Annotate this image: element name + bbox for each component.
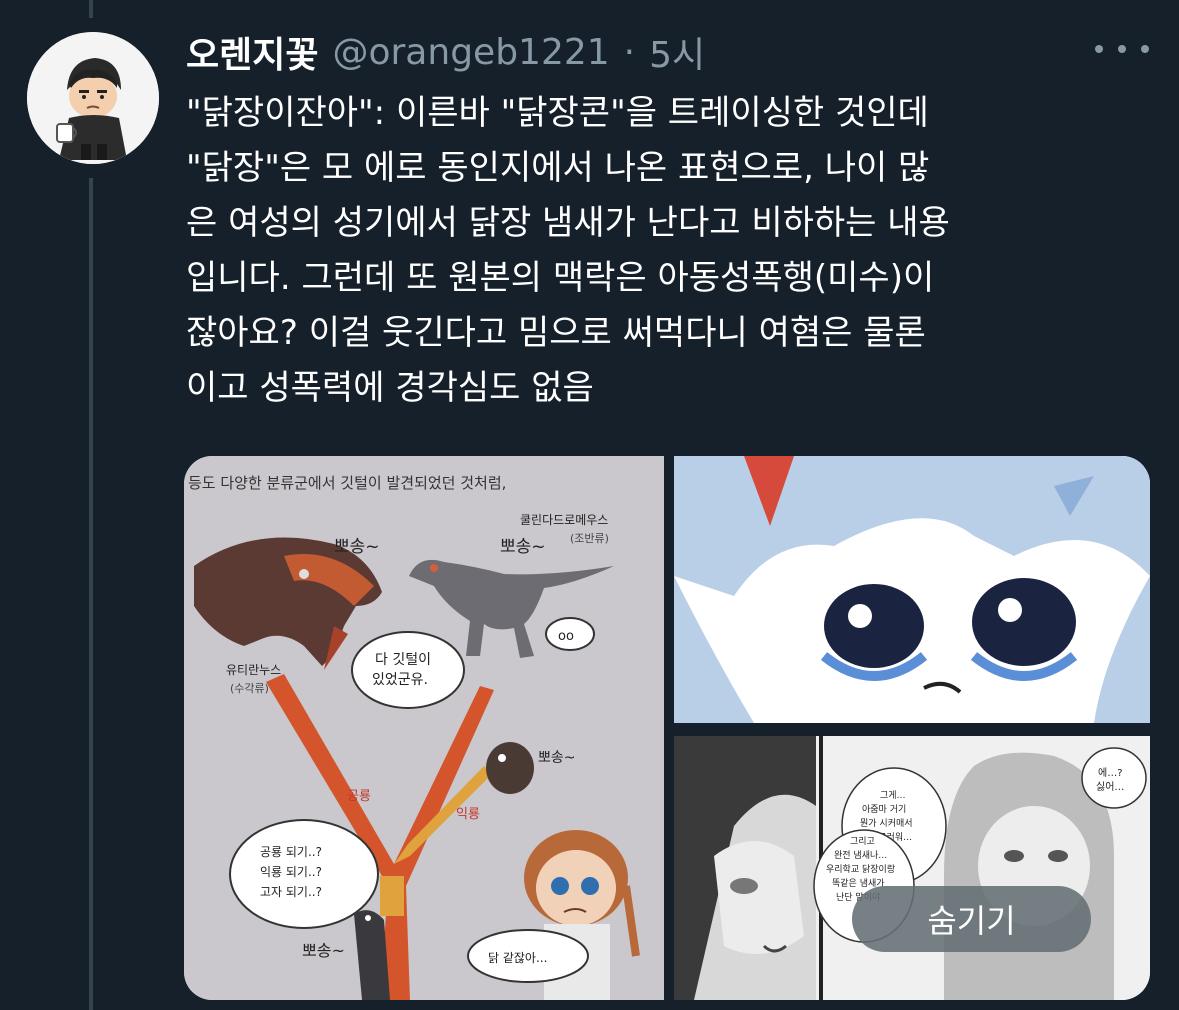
media-image-dinosaur-page[interactable]: 등도 다양한 분류군에서 깃털이 발견되었던 것처럼, 뽀송~ 쿨린다드로메우스… xyxy=(184,456,664,1000)
separator-dot: · xyxy=(623,31,636,73)
label-utiranus: 유티란누스 xyxy=(226,663,281,677)
manga-bubble-c-line1: 그리고 xyxy=(850,836,875,847)
tweet-text-line: 은 여성의 성기에서 닭장 냄새가 난다고 비하하는 내용 xyxy=(186,203,950,243)
caption-top: 등도 다양한 분류군에서 깃털이 발견되었던 것처럼, xyxy=(188,474,506,492)
label-dinosaur: 공룡 xyxy=(347,789,371,804)
more-options-icon[interactable] xyxy=(1095,34,1149,64)
manga-bubble-a-line2: 싫어… xyxy=(1096,781,1124,793)
label-kulinda-sub: (조반류) xyxy=(570,532,609,545)
speech-feathers-line1: 다 깃털이 xyxy=(375,652,431,668)
tweet-text-line: 잖아요? 이걸 웃긴다고 밈으로 써먹다니 여혐은 물론 xyxy=(186,313,926,353)
thought-line2: 익룡 되기..? xyxy=(260,865,322,879)
manga-bubble-c-line2: 완전 냄새나… xyxy=(834,850,887,861)
media-image-crying-face[interactable] xyxy=(674,456,1150,723)
hide-media-button-label: 숨기기 xyxy=(927,902,1016,940)
thought-line3: 고자 되기..? xyxy=(260,885,322,899)
speech-feathers-line2: 있었군유. xyxy=(372,672,428,688)
tweet-text-line: "닭장"은 모 에로 동인지에서 나온 표현으로, 나이 많 xyxy=(186,148,930,188)
avatar-illustration xyxy=(27,32,159,164)
speech-oo: oo xyxy=(558,629,574,644)
sfx-bbosong: 뽀송~ xyxy=(334,537,380,557)
timestamp[interactable]: 5시 xyxy=(649,26,705,78)
manga-bubble-b-line3: 뭔가 시커매서 xyxy=(860,818,913,829)
display-name[interactable]: 오렌지꽃 xyxy=(186,26,318,78)
manga-bubble-c-line3: 우리학교 닭장이랑 xyxy=(826,863,895,875)
thread-line-bottom xyxy=(89,178,93,1010)
tweet-header: 오렌지꽃 @orangeb1221 · 5시 xyxy=(186,26,705,78)
manga-panel-illustration: 에…? 싫어… 그게… 아줌마 거기 뭔가 시커매서 징그러워… 그리고 완전 … xyxy=(674,736,1150,1000)
label-pterosaur: 익룡 xyxy=(456,807,480,822)
manga-bubble-b-line2: 아줌마 거기 xyxy=(862,804,906,815)
crying-face-illustration xyxy=(674,456,1150,723)
tweet-text-line: 입니다. 그런데 또 원본의 맥락은 아동성폭행(미수)이 xyxy=(186,258,935,298)
tweet-text-line: 이고 성폭력에 경각심도 없음 xyxy=(186,368,594,408)
sfx-bbosong: 뽀송~ xyxy=(302,941,345,960)
label-kulinda: 쿨린다드로메우스 xyxy=(520,513,608,527)
manga-bubble-b-line1: 그게… xyxy=(880,790,906,801)
label-utiranus-sub: (수각류) xyxy=(230,682,269,695)
tweet-text: "닭장이잔아": 이른바 "닭장콘"을 트레이싱한 것인데 "닭장"은 모 에로… xyxy=(186,86,1146,416)
user-handle[interactable]: @orangeb1221 xyxy=(332,32,609,73)
dinosaur-page-illustration: 등도 다양한 분류군에서 깃털이 발견되었던 것처럼, 뽀송~ 쿨린다드로메우스… xyxy=(184,456,664,1000)
media-image-manga-panel[interactable]: 에…? 싫어… 그게… 아줌마 거기 뭔가 시커매서 징그러워… 그리고 완전 … xyxy=(674,736,1150,1000)
thought-line1: 공룡 되기..? xyxy=(260,845,322,859)
more-dot xyxy=(1118,45,1126,53)
speech-chicken: 닭 같잖아... xyxy=(488,951,547,965)
thread-line-top xyxy=(89,0,93,18)
avatar[interactable] xyxy=(27,32,159,164)
more-dot xyxy=(1095,45,1103,53)
sfx-bbosong: 뽀송~ xyxy=(500,537,546,557)
more-dot xyxy=(1141,45,1149,53)
tweet-text-line: "닭장이잔아": 이른바 "닭장콘"을 트레이싱한 것인데 xyxy=(186,93,929,133)
hide-media-button[interactable]: 숨기기 xyxy=(852,886,1091,952)
manga-bubble-a-line1: 에…? xyxy=(1098,767,1123,779)
sfx-bbosong: 뽀송~ xyxy=(538,750,576,766)
